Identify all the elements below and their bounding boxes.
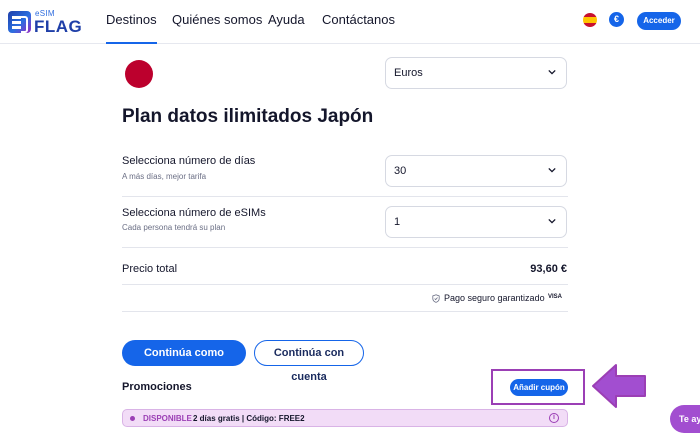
payment-card-icon: VISA	[548, 294, 563, 300]
total-price-label: Precio total	[122, 263, 178, 275]
days-select[interactable]: 30	[385, 155, 567, 187]
promotions-heading: Promociones	[122, 381, 192, 393]
pointer-arrow-icon	[592, 364, 646, 408]
chevron-down-icon	[548, 167, 556, 173]
status-dot-icon	[130, 416, 135, 421]
esims-label: Selecciona número de eSIMs	[122, 207, 266, 219]
continue-as-guest-button[interactable]: Continúa como invitado	[122, 340, 246, 385]
nav-item-contactanos[interactable]: Contáctanos	[322, 12, 395, 44]
esims-select-value: 1	[394, 216, 401, 228]
chevron-down-icon	[548, 69, 556, 75]
total-price-value: 93,60 €	[530, 263, 567, 275]
continue-with-account-button[interactable]: Continúa con cuenta	[254, 340, 364, 383]
add-coupon-button[interactable]: Añadir cupón	[510, 379, 568, 396]
esims-sublabel: Cada persona tendrá su plan	[122, 223, 226, 232]
esim-flag-logo[interactable]: eSIM FLAG	[8, 7, 83, 37]
days-sublabel: A más días, mejor tarifa	[122, 172, 207, 181]
divider	[122, 284, 568, 285]
top-navigation-bar: eSIM FLAG Destinos Quiénes somos Ayuda C…	[0, 0, 700, 44]
promo-status-badge: DISPONIBLE	[143, 414, 192, 423]
chevron-down-icon	[548, 218, 556, 224]
divider	[122, 196, 568, 197]
shield-icon	[432, 294, 440, 303]
info-icon[interactable]: i	[549, 413, 559, 423]
promo-description: 2 días gratis | Código: FREE2	[193, 414, 305, 423]
logo-big-text: FLAG	[34, 17, 83, 36]
nav-item-destinos[interactable]: Destinos	[106, 12, 157, 44]
login-button[interactable]: Acceder	[637, 12, 681, 30]
nav-item-quienes-somos[interactable]: Quiénes somos	[172, 12, 262, 44]
secure-payment-text: Pago seguro garantizado	[444, 293, 545, 303]
divider	[122, 311, 568, 312]
promo-code-banner[interactable]: DISPONIBLE 2 días gratis | Código: FREE2…	[122, 409, 568, 427]
nav-item-ayuda[interactable]: Ayuda	[268, 12, 305, 44]
logo-mark-icon	[8, 11, 31, 33]
days-label: Selecciona número de días	[122, 155, 256, 167]
spain-flag-icon[interactable]	[583, 13, 597, 27]
currency-select[interactable]: Euros	[385, 57, 567, 89]
currency-button[interactable]: €	[609, 12, 624, 27]
currency-select-value: Euros	[394, 67, 423, 79]
japan-flag-icon	[125, 60, 153, 88]
days-select-value: 30	[394, 165, 407, 177]
divider	[122, 247, 568, 248]
page-title: Plan datos ilimitados Japón	[122, 106, 374, 127]
chat-help-button[interactable]: Te ay	[670, 405, 700, 433]
esims-select[interactable]: 1	[385, 206, 567, 238]
